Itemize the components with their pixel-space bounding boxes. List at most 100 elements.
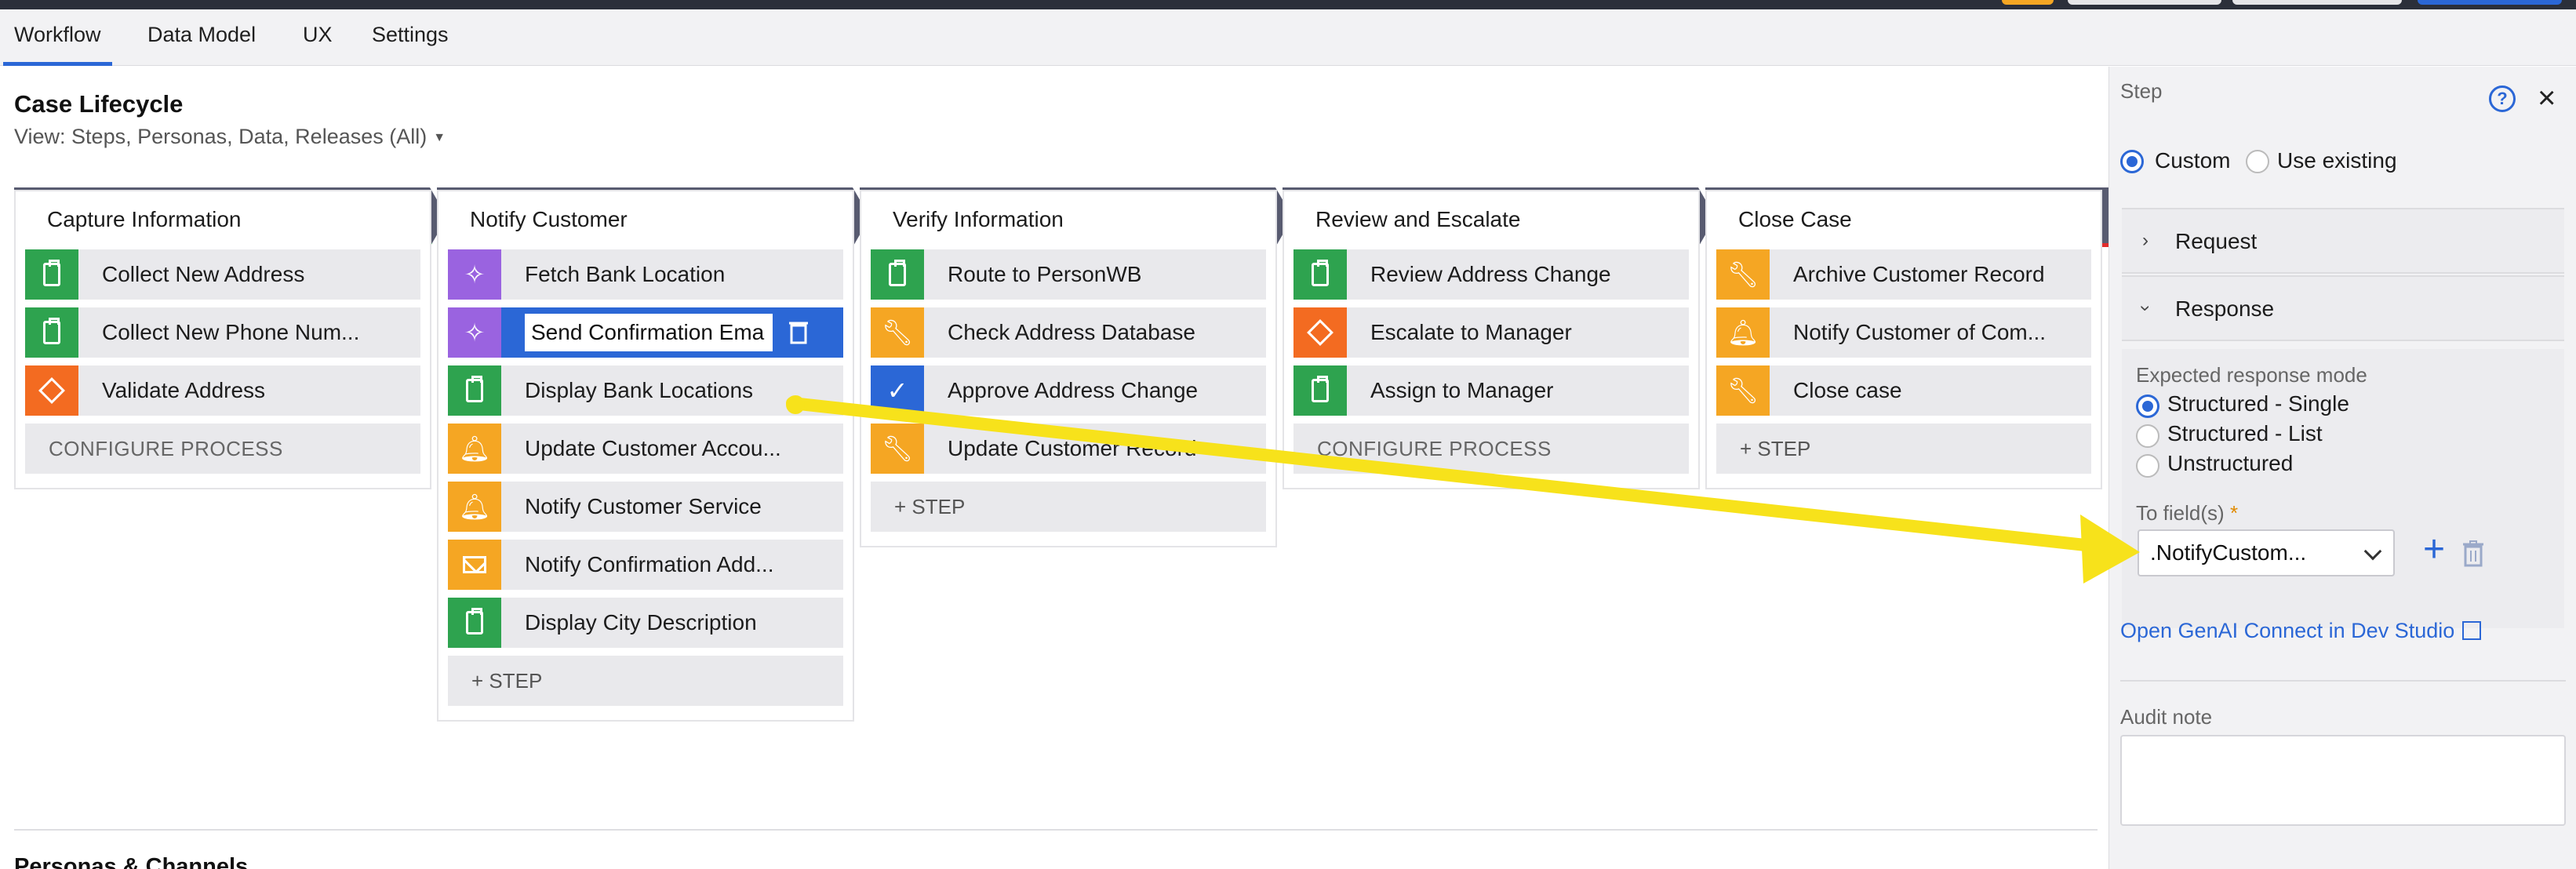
decision-diamond-icon — [1293, 307, 1347, 358]
external-link-icon — [2462, 621, 2482, 640]
workflow-step[interactable]: 🔔︎ Notify Customer of Com... — [1716, 307, 2091, 358]
workflow-step[interactable]: Validate Address — [25, 365, 420, 416]
step-label: Notify Confirmation Add... — [525, 552, 774, 576]
clipboard-icon — [448, 365, 501, 416]
process-title[interactable]: Close Case — [1738, 207, 1852, 232]
decision-diamond-icon — [25, 365, 78, 416]
bell-icon: 🔔︎ — [448, 424, 501, 474]
clipboard-icon — [1293, 249, 1347, 300]
workflow-step[interactable]: 🔔︎ Update Customer Accou... — [448, 424, 843, 474]
step-label: Validate Address — [102, 378, 266, 402]
workflow-step[interactable]: Escalate to Manager — [1293, 307, 1689, 358]
workflow-step[interactable]: Assign to Manager — [1293, 365, 1689, 416]
to-field-value: .NotifyCustom... — [2150, 540, 2307, 565]
personas-heading: Personas & Channels — [14, 854, 249, 869]
clipboard-icon — [448, 598, 501, 648]
wrench-icon: 🔧︎ — [871, 307, 924, 358]
genai-sparkle-icon: ✧ — [448, 249, 501, 300]
radio-use-existing[interactable] — [2246, 150, 2269, 173]
close-icon[interactable]: × — [2538, 81, 2556, 115]
clipboard-icon — [25, 249, 78, 300]
header-button[interactable] — [2232, 0, 2402, 5]
radio-unstructured[interactable] — [2136, 454, 2159, 478]
add-step-button[interactable]: + STEP — [448, 656, 843, 706]
tab-ux[interactable]: UX — [303, 9, 333, 66]
process-title[interactable]: Capture Information — [47, 207, 241, 232]
tab-workflow[interactable]: Workflow — [3, 9, 112, 66]
process-title[interactable]: Verify Information — [893, 207, 1064, 232]
required-asterisk: * — [2229, 501, 2239, 525]
checkmark-icon: ✓ — [871, 365, 924, 416]
wrench-icon: 🔧︎ — [871, 424, 924, 474]
step-label: Escalate to Manager — [1370, 320, 1572, 344]
audit-note-field[interactable] — [2120, 735, 2566, 826]
step-label: Route to PersonWB — [948, 262, 1142, 286]
workflow-canvas: Case Lifecycle View: Steps, Personas, Da… — [0, 67, 2108, 869]
workflow-step[interactable]: 🔧︎ Update Customer Record — [871, 424, 1266, 474]
workflow-step[interactable]: Collect New Phone Num... — [25, 307, 420, 358]
help-icon[interactable]: ? — [2489, 85, 2516, 112]
tab-data-model[interactable]: Data Model — [147, 9, 256, 66]
open-genai-connect-link[interactable]: Open GenAI Connect in Dev Studio — [2120, 619, 2482, 643]
workflow-step[interactable]: 🔧︎ Close case — [1716, 365, 2091, 416]
radio-structured-list[interactable] — [2136, 424, 2159, 448]
footer-label: + STEP — [471, 669, 543, 693]
envelope-icon — [448, 540, 501, 590]
link-label: Open GenAI Connect in Dev Studio — [2120, 619, 2455, 642]
tab-settings[interactable]: Settings — [372, 9, 449, 66]
clipboard-icon — [1293, 365, 1347, 416]
view-selector[interactable]: View: Steps, Personas, Data, Releases (A… — [14, 125, 446, 149]
clipboard-icon — [871, 249, 924, 300]
radio-structured-single[interactable] — [2136, 395, 2159, 418]
process-title[interactable]: Review and Escalate — [1315, 207, 1520, 232]
step-name-input[interactable] — [523, 312, 774, 353]
workflow-step[interactable]: Review Address Change — [1293, 249, 1689, 300]
clipboard-icon — [25, 307, 78, 358]
step-label: Check Address Database — [948, 320, 1195, 344]
add-step-button[interactable]: + STEP — [871, 482, 1266, 532]
radio-custom-label: Custom — [2155, 148, 2231, 173]
step-label: Update Customer Accou... — [525, 436, 781, 460]
configure-process-button[interactable]: CONFIGURE PROCESS — [1293, 424, 1689, 474]
workflow-step[interactable]: ✓ Approve Address Change — [871, 365, 1266, 416]
to-field-select[interactable]: .NotifyCustom... — [2138, 529, 2395, 576]
header-button[interactable] — [2068, 0, 2221, 5]
wrench-icon: 🔧︎ — [1716, 365, 1770, 416]
process-card: Notify Customer ✧ Fetch Bank Location ✧ Disp… — [437, 190, 854, 722]
top-app-bar — [0, 0, 2576, 9]
process-card: Capture Information Collect New Address Co… — [14, 190, 431, 489]
process-title[interactable]: Notify Customer — [470, 207, 628, 232]
request-accordion[interactable]: › Request — [2122, 208, 2564, 274]
workflow-step[interactable]: ✧ Fetch Bank Location — [448, 249, 843, 300]
step-label: Display Bank Locations — [525, 378, 754, 402]
workflow-step[interactable]: 🔧︎ Archive Customer Record — [1716, 249, 2091, 300]
footer-label: + STEP — [1740, 437, 1811, 460]
tab-bar: Workflow Data Model UX Settings — [0, 9, 2576, 66]
response-accordion[interactable]: › Response — [2122, 275, 2564, 341]
process-card: Verify Information Route to PersonWB 🔧︎ Che… — [860, 190, 1277, 547]
process-card: Close Case 🔧︎ Archive Customer Record 🔔︎ Not… — [1705, 190, 2102, 489]
page-title: Case Lifecycle — [14, 90, 184, 118]
workflow-step[interactable]: Route to PersonWB — [871, 249, 1266, 300]
header-primary-button[interactable] — [2418, 0, 2562, 5]
radio-custom[interactable] — [2120, 150, 2144, 173]
workflow-step[interactable]: ✧ — [448, 307, 843, 358]
delete-step-icon[interactable] — [788, 318, 809, 349]
footer-label: + STEP — [894, 495, 966, 518]
add-step-button[interactable]: + STEP — [1716, 424, 2091, 474]
section-divider — [14, 829, 2098, 831]
configure-process-button[interactable]: CONFIGURE PROCESS — [25, 424, 420, 474]
workflow-step[interactable]: Collect New Address — [25, 249, 420, 300]
add-field-icon[interactable]: + — [2423, 531, 2445, 569]
bell-icon: 🔔︎ — [448, 482, 501, 532]
workflow-step[interactable]: Display City Description — [448, 598, 843, 648]
workflow-step[interactable]: 🔧︎ Check Address Database — [871, 307, 1266, 358]
workflow-step[interactable]: Display Bank Locations — [448, 365, 843, 416]
trash-icon[interactable] — [2462, 540, 2484, 571]
workflow-step[interactable]: 🔔︎ Notify Customer Service — [448, 482, 843, 532]
step-label: Archive Customer Record — [1793, 262, 2045, 286]
workflow-step[interactable]: Notify Confirmation Add... — [448, 540, 843, 590]
audit-note-label: Audit note — [2120, 705, 2213, 729]
step-properties-panel: Step ? × Custom Use existing › Request ›… — [2108, 67, 2576, 869]
header-button[interactable] — [2002, 0, 2054, 5]
